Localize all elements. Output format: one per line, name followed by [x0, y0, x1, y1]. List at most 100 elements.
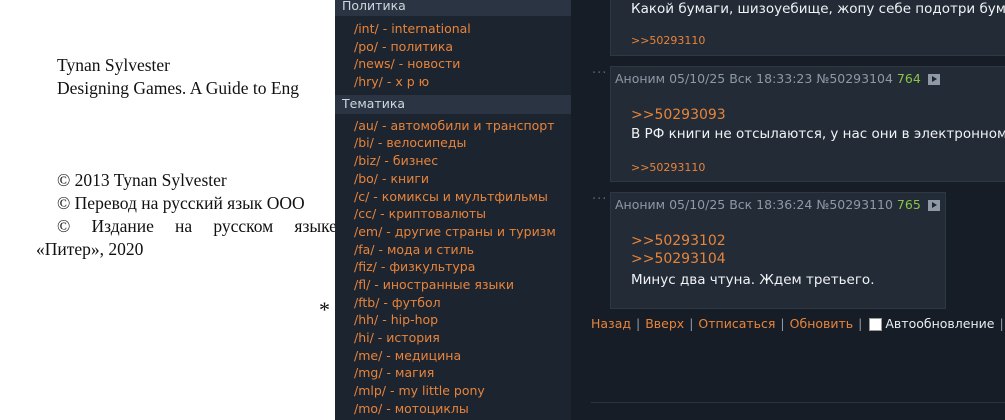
board-name: новости — [407, 56, 461, 72]
post-number[interactable]: №50293110 — [816, 197, 893, 212]
board-link[interactable]: /po/ - политика — [354, 38, 571, 56]
board-code: /int/ — [354, 21, 379, 36]
board-link[interactable]: /c/ - комиксы и мультфильмы — [354, 188, 571, 206]
board-name: медицина — [394, 347, 462, 363]
board-link[interactable]: /fa/ - мода и стиль — [354, 241, 571, 259]
play-icon[interactable] — [927, 74, 940, 85]
board-link[interactable]: /ftb/ - футбол — [354, 294, 571, 312]
board-code: /me/ — [354, 347, 383, 363]
back-link[interactable]: Назад — [591, 316, 631, 331]
auto-refresh-checkbox[interactable] — [869, 318, 883, 331]
board-name: international — [391, 21, 471, 36]
board-code: /fa/ — [354, 241, 375, 257]
post: Аноним 05/10/25 Вск 18:36:24 №50293110 7… — [610, 192, 946, 309]
board-code: /po/ — [354, 38, 379, 54]
board-separator: - — [379, 294, 392, 310]
board-code: /fl/ — [354, 276, 371, 292]
copyright-word: на — [175, 216, 193, 236]
board-link[interactable]: /cc/ - криптовалюты — [354, 205, 571, 223]
board-name: комиксы и мультфильмы — [381, 188, 548, 204]
book-title: Designing Games. A Guide to Eng — [57, 78, 300, 98]
reply-link[interactable]: >>50293110 — [631, 161, 705, 174]
auto-refresh-label: Автообновление — [885, 316, 995, 331]
section-politics-header[interactable]: Политика — [335, 0, 571, 16]
board-separator: - — [382, 347, 395, 363]
board-link[interactable]: /mo/ - мотоциклы — [354, 400, 571, 418]
board-link[interactable]: /hh/ - hip-hop — [354, 311, 571, 329]
post-author: Аноним — [615, 71, 666, 86]
section-topics-header[interactable]: Тематика — [335, 94, 571, 114]
board-name: книги — [390, 170, 430, 186]
author-name: Tynan Sylvester — [57, 55, 170, 75]
board-sidebar: Политика /int/ - international/po/ - пол… — [335, 0, 571, 420]
board-name: мотоциклы — [394, 400, 469, 416]
board-link[interactable]: /mlp/ - my little pony — [354, 382, 571, 400]
thread-footer-nav: Назад | Вверх | Отписаться | Обновить | Автообно… — [591, 316, 1005, 331]
post-header: Аноним 05/10/25 Вск 18:33:23 №50293104 7… — [611, 67, 1005, 91]
post-message: Минус два чтуна. Ждем третьего. — [631, 272, 875, 288]
copyright-author: © 2013 Tynan Sylvester — [57, 170, 227, 190]
board-code: /cc/ — [354, 206, 377, 222]
board-code: /news/ — [354, 56, 395, 72]
copyright-word: русском — [213, 216, 274, 236]
post-message: Какой бумаги, шизоуебище, жопу себе подо… — [631, 1, 1005, 17]
copyright-publisher: «Питер», 2020 — [36, 239, 144, 259]
board-link[interactable]: /fl/ - иностранные языки — [354, 276, 571, 294]
board-code: /mg/ — [354, 365, 383, 381]
board-code: /hi/ — [354, 330, 374, 345]
board-code: /biz/ — [354, 153, 381, 169]
top-link[interactable]: Вверх — [645, 316, 684, 331]
board-link[interactable]: /hry/ - х р ю — [354, 73, 571, 91]
separator: | — [636, 316, 641, 331]
board-separator: - — [380, 153, 393, 169]
board-code: /mlp/ — [354, 383, 387, 399]
refresh-link[interactable]: Обновить — [790, 316, 854, 331]
separator: | — [689, 316, 694, 331]
board-code: /hry/ — [354, 74, 383, 90]
board-separator: - — [382, 365, 396, 381]
board-separator: - — [382, 400, 395, 416]
separator: | — [999, 316, 1004, 331]
board-link[interactable]: /mg/ - магия — [354, 364, 571, 382]
separator: | — [780, 316, 785, 331]
copyright-word: Издание — [91, 216, 154, 236]
board-separator: - — [378, 170, 391, 186]
quote-link[interactable]: >>50293102 — [631, 233, 726, 249]
board-name: велосипеды — [386, 135, 467, 151]
unsubscribe-link[interactable]: Отписаться — [698, 316, 775, 331]
divider — [591, 402, 1005, 403]
board-code: /hh/ — [354, 312, 379, 328]
board-link[interactable]: /au/ - автомобили и транспорт — [354, 117, 571, 135]
post: Какой бумаги, шизоуебище, жопу себе подо… — [610, 0, 1005, 56]
board-code: /au/ — [354, 117, 379, 133]
board-link[interactable]: /me/ - медицина — [354, 347, 571, 365]
reply-link[interactable]: >>50293110 — [631, 34, 705, 47]
board-code: /c/ — [354, 188, 370, 204]
copyright-edition: © Издание на русском языке — [57, 215, 335, 238]
post: Аноним 05/10/25 Вск 18:33:23 №50293104 7… — [610, 66, 1005, 182]
board-link[interactable]: /biz/ - бизнес — [354, 152, 571, 170]
board-link[interactable]: /hi/ - история — [354, 329, 571, 347]
board-link[interactable]: /news/ - новости — [354, 55, 571, 73]
post-menu-icon[interactable]: ··· — [592, 192, 607, 207]
board-name: магия — [395, 365, 435, 381]
quote-link[interactable]: >>50293104 — [631, 251, 726, 267]
board-separator: - — [369, 188, 382, 204]
post-menu-icon[interactable]: ··· — [592, 66, 607, 81]
quote-link[interactable]: >>50293093 — [631, 107, 726, 123]
board-code: /fiz/ — [354, 259, 377, 275]
board-link[interactable]: /fiz/ - физкультура — [354, 258, 571, 276]
post-date: 05/10/25 Вск 18:33:23 — [669, 71, 813, 86]
board-link[interactable]: /em/ - другие страны и туризм — [354, 223, 571, 241]
board-link[interactable]: /bi/ - велосипеды — [354, 134, 571, 152]
board-name: my little pony — [398, 383, 485, 399]
board-link[interactable]: /bo/ - книги — [354, 170, 571, 188]
board-separator: - — [378, 21, 392, 36]
post-number[interactable]: №50293104 — [816, 71, 893, 86]
board-name: hip-hop — [390, 312, 439, 328]
board-link[interactable]: /int/ - international — [354, 20, 571, 38]
board-separator: - — [378, 312, 391, 328]
play-icon[interactable] — [927, 200, 940, 211]
asterisk: * — [319, 297, 330, 322]
post-header: Аноним 05/10/25 Вск 18:36:24 №50293110 7… — [611, 193, 945, 217]
